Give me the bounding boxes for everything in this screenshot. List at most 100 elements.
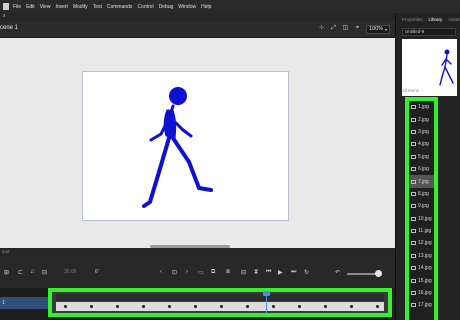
go-to-first-frame-icon[interactable]: ⏮ xyxy=(266,269,271,276)
library-item[interactable]: 2.jpg xyxy=(409,113,434,125)
chevron-right-icon[interactable]: › xyxy=(186,269,188,275)
library-item[interactable]: 9.jpg xyxy=(409,200,434,212)
menu-text[interactable]: Text xyxy=(93,4,102,10)
library-item[interactable]: 6.jpg xyxy=(409,163,434,175)
tab-library[interactable]: Library xyxy=(429,17,443,26)
keyframe-dot[interactable] xyxy=(324,305,327,308)
delete-layer-icon[interactable]: ⊟ xyxy=(42,269,47,276)
keyframe-dot[interactable] xyxy=(350,305,353,308)
playhead-handle[interactable] xyxy=(263,291,270,296)
library-item[interactable]: 13.jpg xyxy=(409,250,434,262)
frame-ruler[interactable] xyxy=(56,294,384,301)
menu-commands[interactable]: Commands xyxy=(107,4,133,10)
edit-bar: cene 1 ⊹ ⤢ ◫ ⌖ 100% ▾ xyxy=(0,21,395,38)
menu-help[interactable]: Help xyxy=(201,4,211,10)
keyframe-dot[interactable] xyxy=(298,305,301,308)
library-item[interactable]: 15.jpg xyxy=(409,274,434,286)
library-item-name: 10.jpg xyxy=(418,215,432,222)
stick-figure-walking[interactable] xyxy=(133,84,223,216)
undo-icon[interactable]: ↶ xyxy=(335,269,340,276)
library-item[interactable]: 7.jpg xyxy=(409,175,434,188)
menu-window[interactable]: Window xyxy=(178,4,196,10)
scene-label[interactable]: cene 1 xyxy=(0,25,18,31)
stage-canvas[interactable] xyxy=(82,71,289,221)
menu-bar: File Edit View Insert Modify Text Comman… xyxy=(0,0,460,13)
image-file-icon xyxy=(411,179,416,184)
library-item-name: 15.jpg xyxy=(418,277,432,284)
keyframe-dot[interactable] xyxy=(246,305,249,308)
layer-row-selected[interactable]: 1 xyxy=(0,297,52,309)
insert-blank-keyframe-icon[interactable]: ⊟ xyxy=(241,269,246,276)
insert-keyframe-icon[interactable]: ⧈ xyxy=(226,269,230,276)
image-file-icon xyxy=(411,216,416,221)
keyframe-dot[interactable] xyxy=(272,305,275,308)
keyframe-dot[interactable] xyxy=(220,305,223,308)
image-file-icon xyxy=(411,278,416,283)
image-file-icon xyxy=(411,154,416,159)
library-item[interactable]: 16.jpg xyxy=(409,287,434,299)
tab-assets[interactable]: Assets xyxy=(448,17,460,26)
document-tab-strip: x xyxy=(0,13,460,21)
image-file-icon xyxy=(411,142,416,147)
new-layer-icon[interactable]: ⊞ xyxy=(4,269,9,276)
timeline-header: ıput xyxy=(0,248,395,256)
document-select[interactable]: Untitled-9 xyxy=(402,28,456,36)
keyframe-dot[interactable] xyxy=(142,305,145,308)
library-panel: Properties Library Assets Untitled-9 18 … xyxy=(395,13,460,320)
library-list: 1.jpg 2.jpg 3.jpg 4.jpg 5.jpg 6.jpg 7.jpg 8.jpg… xyxy=(409,101,434,312)
library-item[interactable]: 5.jpg xyxy=(409,151,434,163)
menu-debug[interactable]: Debug xyxy=(159,4,174,10)
menu-edit[interactable]: Edit xyxy=(26,4,35,10)
go-to-last-frame-icon[interactable]: ⏭ xyxy=(291,269,296,276)
keyframe-dot[interactable] xyxy=(64,305,67,308)
keyframe-dot[interactable] xyxy=(90,305,93,308)
menu-view[interactable]: View xyxy=(40,4,51,10)
close-document-icon[interactable]: x xyxy=(3,13,6,19)
library-item[interactable]: 14.jpg xyxy=(409,262,434,274)
app-logo-icon xyxy=(3,3,9,10)
loop-value[interactable]: 6' xyxy=(95,269,99,275)
play-icon[interactable]: ▶ xyxy=(278,269,283,276)
onion-skin-icon[interactable]: ♫ xyxy=(30,269,35,275)
timeline-zoom-knob[interactable] xyxy=(375,270,382,277)
keyframe-dot[interactable] xyxy=(194,305,197,308)
onion-skin-outlines-icon[interactable]: ⧉ xyxy=(211,269,215,276)
library-item[interactable]: 17.jpg xyxy=(409,299,434,311)
library-items-count: 18 items xyxy=(402,88,420,93)
menu-file[interactable]: File xyxy=(13,4,21,10)
clip-icon[interactable]: ◫ xyxy=(342,25,349,32)
library-item-name: 6.jpg xyxy=(418,166,429,173)
library-item[interactable]: 1.jpg xyxy=(409,101,434,113)
center-frame-icon[interactable]: ⊡ xyxy=(172,269,177,276)
library-item-name: 14.jpg xyxy=(418,265,432,272)
center-icon[interactable]: ⌖ xyxy=(354,25,361,32)
frame-track[interactable] xyxy=(56,302,384,311)
library-item[interactable]: 11.jpg xyxy=(409,225,434,237)
edit-multiple-frames-icon[interactable]: ▭ xyxy=(198,269,204,276)
transform-icon[interactable]: ⤢ xyxy=(330,25,337,32)
library-item[interactable]: 12.jpg xyxy=(409,237,434,249)
library-item[interactable]: 10.jpg xyxy=(409,213,434,225)
preview-figure xyxy=(439,49,454,86)
image-file-icon xyxy=(411,167,416,172)
library-item[interactable]: 3.jpg xyxy=(409,126,434,138)
menu-control[interactable]: Control xyxy=(137,4,153,10)
menu-insert[interactable]: Insert xyxy=(55,4,68,10)
loop-icon[interactable]: ↻ xyxy=(304,269,309,276)
fps-value[interactable]: 30.00 xyxy=(64,269,77,275)
library-item[interactable]: 4.jpg xyxy=(409,138,434,150)
menu-modify[interactable]: Modify xyxy=(73,4,88,10)
panel-tabs: Properties Library Assets xyxy=(396,17,460,26)
library-item[interactable]: 8.jpg xyxy=(409,188,434,200)
image-file-icon xyxy=(411,241,416,246)
align-icon[interactable]: ⊹ xyxy=(318,25,325,32)
keyframe-dot[interactable] xyxy=(168,305,171,308)
keyframe-dot[interactable] xyxy=(116,305,119,308)
chevron-left-icon[interactable]: ‹ xyxy=(160,269,162,275)
tab-properties[interactable]: Properties xyxy=(402,17,423,26)
folder-icon[interactable]: ⊏ xyxy=(18,269,23,276)
zoom-select[interactable]: 100% ▾ xyxy=(366,25,390,34)
keyframe-dot[interactable] xyxy=(376,305,379,308)
editbar-icon-group: ⊹ ⤢ ◫ ⌖ xyxy=(318,25,361,32)
tween-icon[interactable]: ⧗ xyxy=(254,269,258,276)
